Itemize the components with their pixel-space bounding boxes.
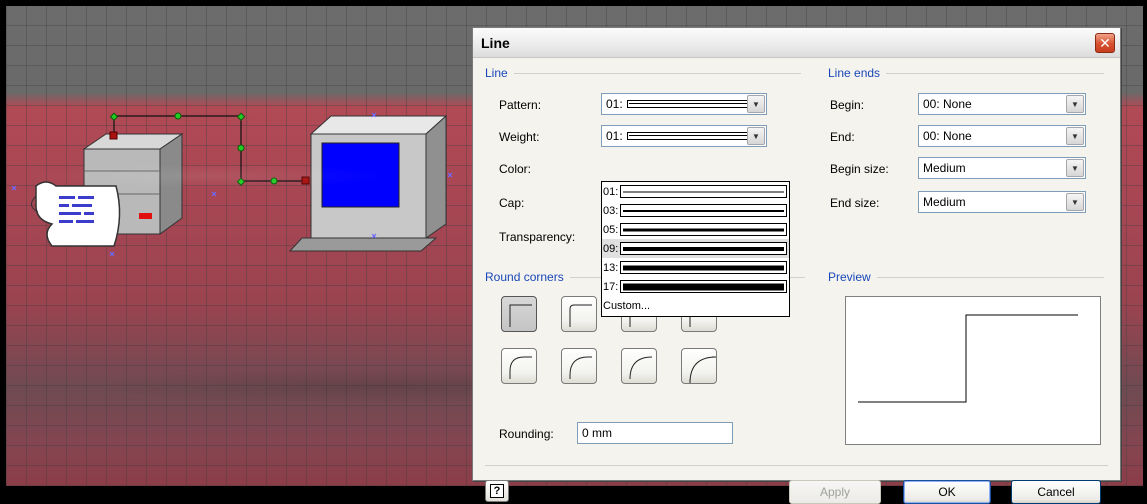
document-scroll-shape[interactable]: [31, 181, 121, 247]
line-group-rule: [513, 72, 801, 74]
begin-size-label: Begin size:: [830, 162, 889, 176]
close-icon: ✕: [1099, 34, 1111, 51]
end-size-value: Medium: [923, 195, 966, 209]
corner-style-button[interactable]: [681, 348, 717, 384]
weight-option[interactable]: 03:: [602, 201, 789, 220]
begin-size-select[interactable]: Medium ▼: [918, 157, 1086, 179]
weight-option[interactable]: 05:: [602, 220, 789, 239]
line-ends-group-rule: [886, 72, 1104, 74]
preview-group-title: Preview: [828, 270, 871, 284]
weight-option-line-sample: [620, 261, 787, 274]
corner-shape-icon: [629, 356, 653, 380]
custom-option-label: Custom...: [603, 299, 651, 312]
ok-button[interactable]: OK: [903, 480, 991, 504]
weight-option-line-sample: [620, 280, 787, 293]
weight-label: Weight:: [499, 130, 540, 144]
chevron-down-icon[interactable]: ▼: [1066, 193, 1084, 211]
line-ends-group-header: Line ends: [828, 66, 1104, 80]
begin-value: 00: None: [923, 97, 972, 111]
corner-shape-icon: [569, 356, 592, 379]
begin-label: Begin:: [830, 98, 865, 112]
weight-option-label: 03:: [603, 204, 619, 217]
corner-shape-icon: [569, 304, 592, 327]
round-corners-group-title: Round corners: [485, 270, 564, 284]
monitor-shape[interactable]: [288, 114, 448, 252]
help-icon: ?: [490, 484, 504, 498]
corner-shape-icon: [509, 356, 532, 379]
end-label: End:: [830, 130, 855, 144]
chevron-down-icon[interactable]: ▼: [1066, 127, 1084, 145]
end-size-label: End size:: [830, 196, 880, 210]
line-dialog: Line ✕ Line Pattern: 01: ▼ Weight: 01: ▼…: [472, 27, 1121, 504]
preview-line: [858, 314, 1078, 403]
weight-dropdown-list[interactable]: 01: 03: 05: 09: 13: 17: Custom...: [601, 181, 790, 317]
weight-option[interactable]: 17:: [602, 277, 789, 296]
cap-label: Cap:: [499, 196, 525, 210]
apply-button[interactable]: Apply: [789, 480, 881, 504]
close-button[interactable]: ✕: [1095, 32, 1115, 53]
weight-option[interactable]: 01:: [602, 182, 789, 201]
begin-select[interactable]: 00: None ▼: [918, 93, 1086, 115]
button-separator: [485, 465, 1108, 466]
rounding-input[interactable]: 0 mm: [577, 422, 733, 444]
weight-option-line-sample: [620, 242, 787, 255]
weight-option-label: 05:: [603, 223, 619, 236]
corner-style-button[interactable]: [501, 348, 537, 384]
end-value: 00: None: [923, 129, 972, 143]
chevron-down-icon[interactable]: ▼: [1066, 159, 1084, 177]
preview-group-rule: [876, 276, 1104, 278]
line-ends-group-title: Line ends: [828, 66, 881, 80]
network-diagram: [11, 112, 453, 257]
end-size-select[interactable]: Medium ▼: [918, 191, 1086, 213]
dialog-titlebar[interactable]: Line ✕: [473, 28, 1120, 58]
weight-option-label: 09:: [603, 242, 619, 255]
weight-option-custom[interactable]: Custom...: [602, 296, 789, 315]
line-group-header: Line: [485, 66, 801, 80]
end-select[interactable]: 00: None ▼: [918, 125, 1086, 147]
pattern-select[interactable]: 01: ▼: [601, 93, 767, 115]
preview-pane: [845, 296, 1101, 445]
corner-style-button[interactable]: [501, 296, 537, 332]
corner-shape-icon: [689, 356, 717, 384]
weight-option-label: 17:: [603, 280, 619, 293]
chevron-down-icon[interactable]: ▼: [1066, 95, 1084, 113]
chevron-down-icon[interactable]: ▼: [747, 95, 765, 113]
weight-option-label: 01:: [603, 185, 619, 198]
weight-select[interactable]: 01: ▼: [601, 125, 767, 147]
help-button[interactable]: ?: [485, 480, 509, 502]
corner-style-button[interactable]: [621, 348, 657, 384]
weight-option-line-sample: [620, 223, 787, 236]
weight-option[interactable]: 09:: [602, 239, 789, 258]
weight-option-line-sample: [620, 185, 787, 198]
pattern-label: Pattern:: [499, 98, 542, 112]
color-label: Color:: [499, 162, 532, 176]
cancel-button[interactable]: Cancel: [1011, 480, 1101, 504]
weight-option[interactable]: 13:: [602, 258, 789, 277]
rounding-label: Rounding:: [499, 427, 554, 441]
corner-style-button[interactable]: [561, 296, 597, 332]
preview-group-header: Preview: [828, 270, 1104, 284]
weight-value: 01:: [606, 129, 623, 143]
pattern-line-sample: [626, 100, 751, 108]
dialog-title: Line: [481, 34, 510, 51]
begin-size-value: Medium: [923, 161, 966, 175]
chevron-down-icon[interactable]: ▼: [747, 127, 765, 145]
weight-line-sample: [626, 132, 751, 140]
corner-style-button[interactable]: [561, 348, 597, 384]
dialog-body: Line Pattern: 01: ▼ Weight: 01: ▼ Color:…: [473, 58, 1120, 504]
weight-option-line-sample: [620, 204, 787, 217]
corner-shape-icon: [509, 304, 532, 327]
transparency-label: Transparency:: [499, 230, 576, 244]
line-group-title: Line: [485, 66, 508, 80]
pattern-value: 01:: [606, 97, 623, 111]
weight-option-label: 13:: [603, 261, 619, 274]
